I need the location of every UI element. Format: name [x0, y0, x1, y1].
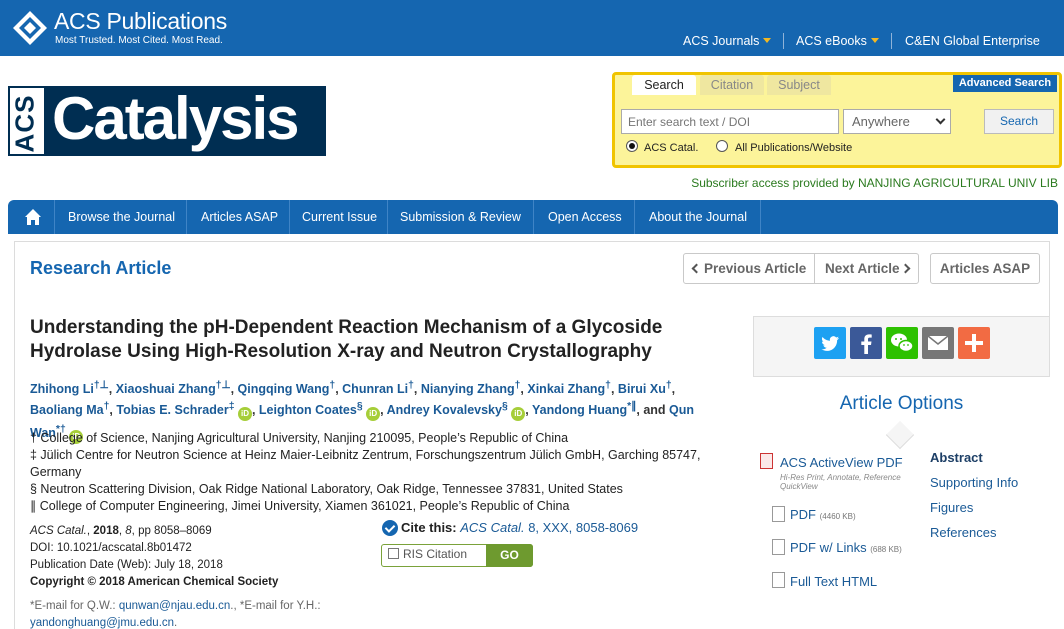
citation-line: ACS Catal., 2018, 8, pp 8058–8069	[30, 525, 212, 537]
acs-journals-menu[interactable]: ACS Journals	[683, 34, 772, 48]
acs-ebooks-menu[interactable]: ACS eBooks	[796, 34, 879, 48]
pdf-with-links-link[interactable]: PDF w/ Links (688 KB)	[790, 540, 902, 555]
twitter-icon[interactable]	[814, 327, 846, 359]
email-link[interactable]: qunwan@njau.edu.cn	[119, 600, 230, 612]
home-icon[interactable]	[24, 208, 42, 226]
search-scope-select[interactable]: Anywhere	[843, 109, 951, 134]
author-link[interactable]: Qingqing Wang	[238, 382, 330, 396]
radio-journal-label: ACS Catal.	[644, 142, 699, 154]
wechat-icon[interactable]	[886, 327, 918, 359]
author-link[interactable]: Xiaoshuai Zhang	[116, 382, 216, 396]
radio-journal[interactable]	[626, 140, 638, 152]
radio-all-publications[interactable]	[716, 140, 728, 152]
html-icon	[772, 572, 785, 588]
article-type: Research Article	[30, 258, 172, 278]
journal-logo-name: Catalysis	[52, 85, 299, 152]
nav-articles-asap[interactable]: Articles ASAP	[201, 210, 278, 224]
search-button[interactable]: Search	[984, 109, 1054, 134]
pdf-links-icon	[772, 539, 785, 555]
nav-about-journal[interactable]: About the Journal	[649, 210, 747, 224]
affiliation-item: § Neutron Scattering Division, Oak Ridge…	[30, 482, 623, 496]
nav-submission-review[interactable]: Submission & Review	[400, 210, 521, 224]
radio-all-label: All Publications/Website	[735, 142, 853, 154]
chevron-down-icon	[935, 114, 946, 125]
facebook-icon[interactable]	[850, 327, 882, 359]
caret-down-icon	[763, 38, 772, 43]
author-link[interactable]: Yandong Huang	[532, 403, 627, 417]
nav-divider	[760, 200, 761, 234]
copyright: Copyright © 2018 American Chemical Socie…	[30, 576, 279, 588]
next-article-button[interactable]: Next Article	[814, 253, 919, 284]
citation-info: ACS Catal., 2018, 8, pp 8058–8069 DOI: 1…	[30, 523, 370, 591]
nav-divider	[783, 33, 784, 49]
affiliation-item: ∥ College of Computer Engineering, Jimei…	[30, 499, 570, 513]
search-input[interactable]	[621, 109, 839, 134]
download-icon	[388, 548, 399, 559]
articles-asap-button[interactable]: Articles ASAP	[930, 253, 1040, 284]
supporting-info-link[interactable]: Supporting Info	[930, 475, 1018, 490]
orcid-icon[interactable]: iD	[511, 407, 526, 422]
subscriber-notice: Subscriber access provided by NANJING AG…	[691, 176, 1058, 190]
nav-divider	[634, 200, 635, 234]
nav-divider	[54, 200, 55, 234]
brand-title[interactable]: ACS Publications	[54, 8, 227, 35]
activeview-note: Hi-Res Print, Annotate, Reference QuickV…	[780, 473, 901, 491]
nav-divider	[891, 33, 892, 49]
brand-tagline: Most Trusted. Most Cited. Most Read.	[55, 35, 223, 46]
affiliation-item: ‡ Jülich Centre for Neutron Science at H…	[30, 448, 701, 479]
journal-logo-prefix: ACS	[8, 86, 46, 156]
orcid-icon[interactable]: iD	[366, 407, 381, 422]
tab-subject[interactable]: Subject	[767, 75, 831, 95]
advanced-search-button[interactable]: Advanced Search	[953, 75, 1057, 92]
nav-current-issue[interactable]: Current Issue	[302, 210, 377, 224]
article-title: Understanding the pH-Dependent Reaction …	[30, 317, 663, 362]
publication-date: Publication Date (Web): July 18, 2018	[30, 559, 223, 571]
author-link[interactable]: Baoliang Ma	[30, 403, 104, 417]
previous-article-button[interactable]: Previous Article	[683, 253, 815, 284]
activeview-pdf-link[interactable]: ACS ActiveView PDF	[780, 455, 903, 470]
chevron-right-icon	[900, 263, 911, 274]
doi-line: DOI: 10.1021/acscatal.8b01472	[30, 542, 192, 554]
nav-divider	[186, 200, 187, 234]
nav-divider	[387, 200, 388, 234]
author-link[interactable]: Tobias E. Schrader	[116, 403, 228, 417]
orcid-icon[interactable]: iD	[237, 407, 252, 422]
author-link[interactable]: Zhihong Li	[30, 382, 94, 396]
acs-logo-icon[interactable]	[12, 10, 48, 46]
figures-link[interactable]: Figures	[930, 500, 973, 515]
chevron-left-icon	[691, 263, 702, 274]
cen-global-link[interactable]: C&EN Global Enterprise	[905, 34, 1040, 48]
author-emails: *E-mail for Q.W.: qunwan@njau.edu.cn., *…	[30, 600, 321, 629]
author-link[interactable]: Xinkai Zhang	[527, 382, 605, 396]
full-text-html-link[interactable]: Full Text HTML	[790, 574, 877, 589]
pdf-icon	[760, 453, 773, 469]
author-link[interactable]: Birui Xu	[618, 382, 666, 396]
ris-citation-label: RIS Citation	[388, 547, 467, 561]
pdf-link[interactable]: PDF (4460 KB)	[790, 507, 856, 522]
nav-divider	[289, 200, 290, 234]
tab-search[interactable]: Search	[632, 75, 696, 95]
nav-browse-journal[interactable]: Browse the Journal	[68, 210, 175, 224]
email-icon[interactable]	[922, 327, 954, 359]
cite-this: Cite this: ACS Catal. 8, XXX, 8058-8069	[401, 520, 639, 535]
abstract-link[interactable]: Abstract	[930, 450, 983, 465]
caret-down-icon	[870, 38, 879, 43]
pdf-icon	[772, 506, 785, 522]
references-link[interactable]: References	[930, 525, 996, 540]
author-link[interactable]: Chunran Li	[342, 382, 408, 396]
nav-open-access[interactable]: Open Access	[548, 210, 622, 224]
affiliation-item: † College of Science, Nanjing Agricultur…	[30, 431, 569, 445]
tab-citation[interactable]: Citation	[700, 75, 764, 95]
article-options-title: Article Options	[839, 393, 964, 414]
author-link[interactable]: Leighton Coates	[259, 403, 357, 417]
author-link[interactable]: Andrey Kovalevsky	[387, 403, 502, 417]
nav-divider	[533, 200, 534, 234]
check-badge-icon	[382, 520, 398, 536]
affiliations: † College of Science, Nanjing Agricultur…	[30, 430, 730, 515]
email-link[interactable]: yandonghuang@jmu.edu.cn	[30, 617, 174, 629]
go-button[interactable]: GO	[486, 544, 533, 567]
author-link[interactable]: Nianying Zhang	[421, 382, 515, 396]
plus-icon[interactable]	[958, 327, 990, 359]
